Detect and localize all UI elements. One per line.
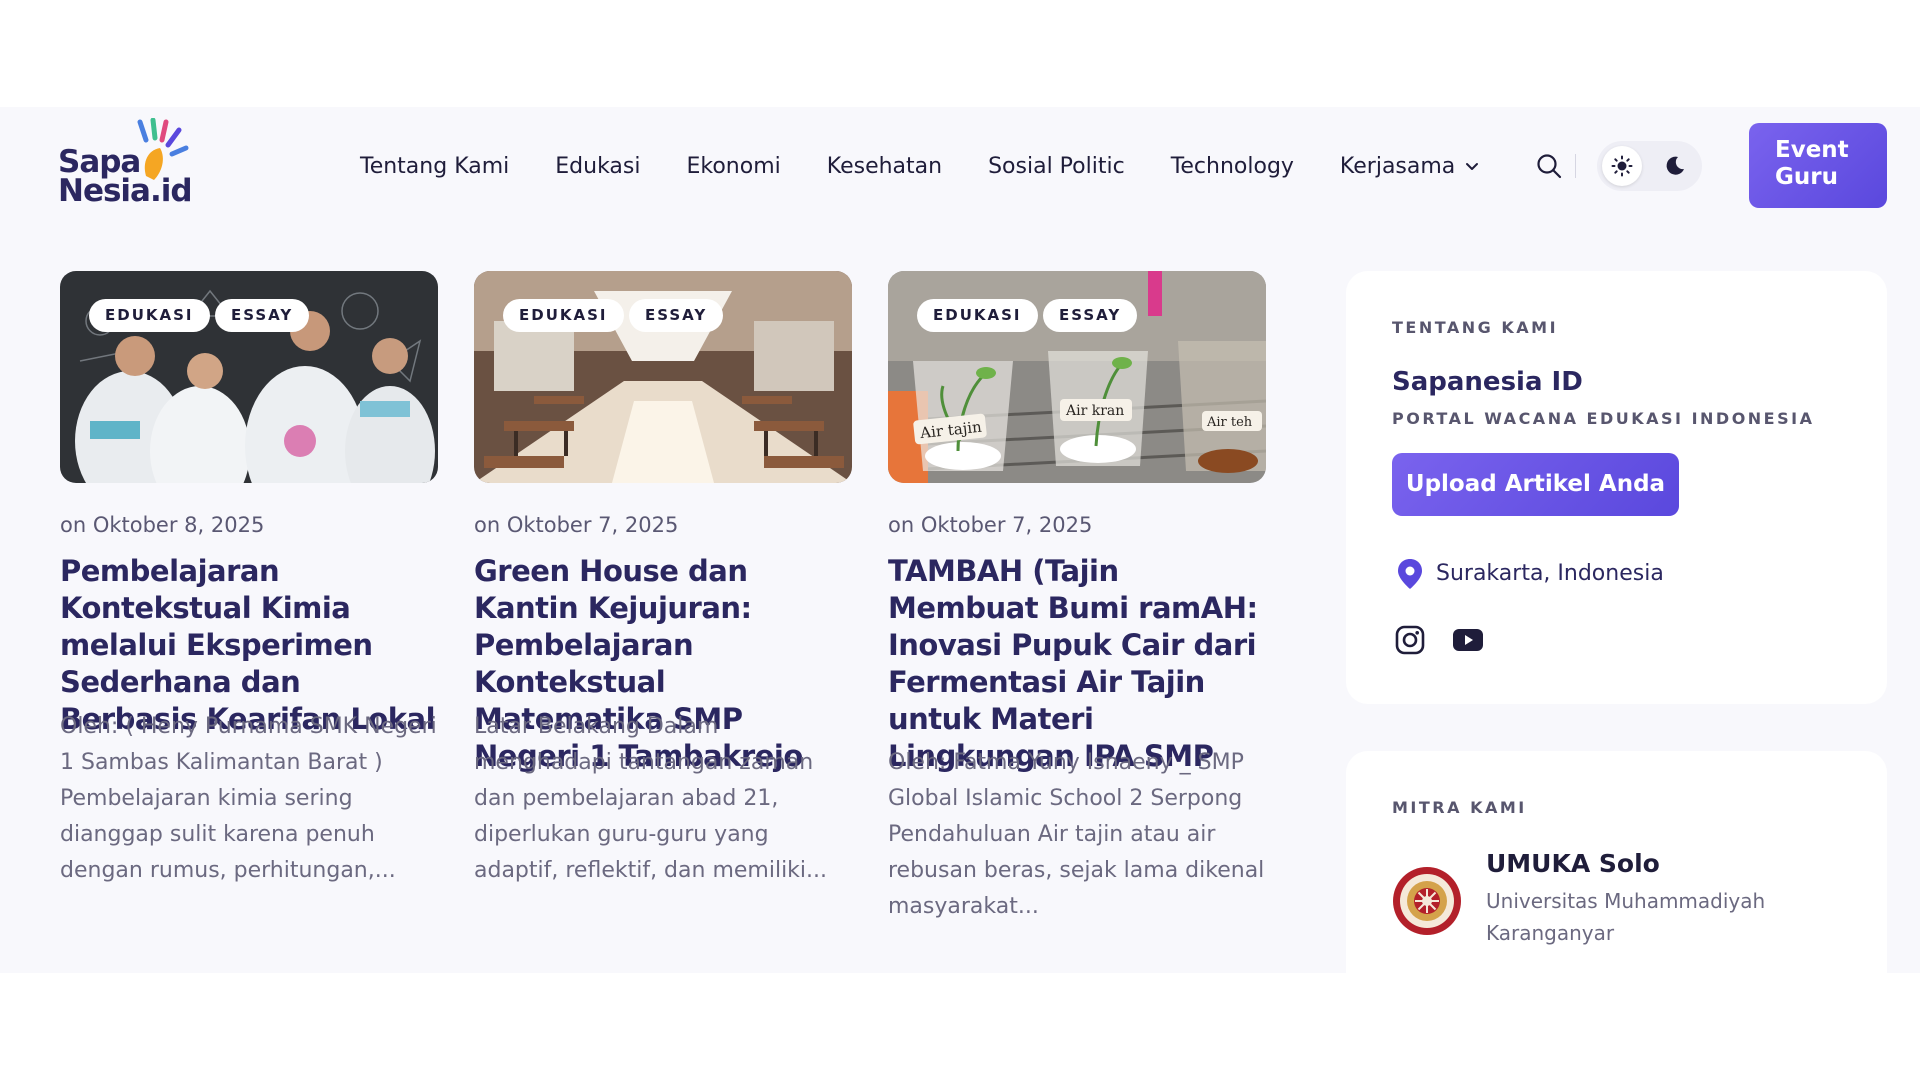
location-pin-icon: [1398, 559, 1422, 589]
search-icon[interactable]: [1536, 153, 1562, 179]
nav-item-technology[interactable]: Technology: [1171, 154, 1294, 179]
nav-item-kerjasama[interactable]: Kerjasama: [1340, 154, 1479, 179]
article-excerpt: Oleh: ( Heny Purnama SMK Negeri 1 Sambas…: [60, 714, 437, 883]
upload-article-button[interactable]: Upload Artikel Anda: [1392, 453, 1679, 516]
partner-name[interactable]: UMUKA Solo: [1486, 849, 1660, 878]
tag-essay[interactable]: ESSAY: [215, 299, 310, 332]
nav-item-kerjasama-label: Kerjasama: [1339, 153, 1456, 179]
article-excerpt: Oleh: Fatma Yuny Isnaeny _ SMP Global Is…: [888, 750, 1265, 919]
article-card-2[interactable]: EDUKASI ESSAY on Oktober 7, 2025 Green H…: [474, 271, 852, 883]
about-tagline: PORTAL WACANA EDUKASI INDONESIA: [1392, 409, 1815, 428]
nav-item-kesehatan[interactable]: Kesehatan: [827, 154, 942, 179]
about-name: Sapanesia ID: [1392, 367, 1583, 397]
article-image-1[interactable]: EDUKASI ESSAY: [60, 271, 438, 483]
umuka-seal-icon[interactable]: [1391, 865, 1463, 937]
moon-icon[interactable]: [1663, 154, 1687, 178]
partners-panel: MITRA KAMI UMUKA Solo Universitas Muhamm…: [1346, 751, 1887, 973]
article-title[interactable]: TAMBAH (Tajin Membuat Bumi ramAH: Inovas…: [888, 553, 1266, 775]
sun-icon: [1611, 155, 1633, 177]
article-image-3[interactable]: Air tajin Air kran Air teh EDUKASI ESSAY: [888, 271, 1266, 483]
event-guru-button[interactable]: Event Guru: [1749, 123, 1887, 208]
article-date: on Oktober 7, 2025: [888, 513, 1093, 537]
tag-essay[interactable]: ESSAY: [1043, 299, 1138, 332]
tag-edukasi[interactable]: EDUKASI: [89, 299, 210, 332]
about-label: TENTANG KAMI: [1392, 318, 1559, 337]
article-card-3[interactable]: Air tajin Air kran Air teh EDUKASI ESSAY…: [888, 271, 1266, 919]
partner-description: Universitas Muhammadiyah Karanganyar: [1486, 889, 1766, 945]
article-card-1[interactable]: EDUKASI ESSAY on Oktober 8, 2025 Pembela…: [60, 271, 438, 883]
nav-item-tentang-kami[interactable]: Tentang Kami: [360, 154, 509, 179]
chevron-down-icon: [1466, 163, 1479, 170]
cup-label-air-teh: Air teh: [1206, 415, 1253, 430]
theme-toggle[interactable]: [1597, 141, 1702, 191]
nav-item-edukasi[interactable]: Edukasi: [555, 154, 640, 179]
nav-item-ekonomi[interactable]: Ekonomi: [686, 154, 780, 179]
logo-wordmark: Sapa Nesia.id: [58, 147, 193, 209]
youtube-icon[interactable]: [1452, 627, 1484, 653]
cup-label-air-kran: Air kran: [1065, 403, 1124, 419]
header-divider: [1575, 154, 1576, 178]
tag-edukasi[interactable]: EDUKASI: [503, 299, 624, 332]
tag-edukasi[interactable]: EDUKASI: [917, 299, 1038, 332]
partners-label: MITRA KAMI: [1392, 798, 1527, 817]
main-nav: Tentang Kami Edukasi Ekonomi Kesehatan S…: [360, 150, 1525, 182]
light-mode-button[interactable]: [1602, 146, 1642, 186]
logo-line-2: Nesia.id: [58, 173, 193, 209]
about-panel: TENTANG KAMI Sapanesia ID PORTAL WACANA …: [1346, 271, 1887, 704]
tag-essay[interactable]: ESSAY: [629, 299, 724, 332]
article-date: on Oktober 8, 2025: [60, 513, 265, 537]
nav-item-sosial-politic[interactable]: Sosial Politic: [988, 154, 1125, 179]
article-image-2[interactable]: EDUKASI ESSAY: [474, 271, 852, 483]
instagram-icon[interactable]: [1394, 624, 1426, 656]
article-date: on Oktober 7, 2025: [474, 513, 679, 537]
article-excerpt: Latar Belakang Dalam menghadapi tantanga…: [474, 714, 828, 883]
location-text: Surakarta, Indonesia: [1436, 561, 1664, 586]
site-logo[interactable]: Sapa Nesia.id: [58, 117, 193, 218]
